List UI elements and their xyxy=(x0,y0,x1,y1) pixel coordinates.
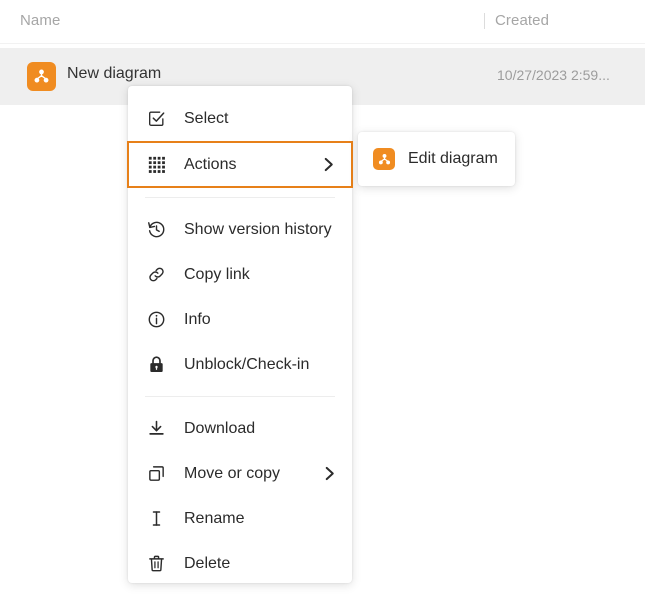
copy-icon xyxy=(145,463,167,485)
menu-item-label: Move or copy xyxy=(184,464,281,482)
menu-item-label: Delete xyxy=(184,554,231,572)
link-icon xyxy=(145,264,167,286)
menu-item-label: Info xyxy=(184,310,211,328)
history-icon xyxy=(145,219,167,241)
menu-item-label: Download xyxy=(184,419,256,437)
menu-item-info[interactable]: Info xyxy=(128,297,352,342)
submenu-item-edit-diagram[interactable]: Edit diagram xyxy=(358,132,515,186)
menu-item-label: Unblock/Check-in xyxy=(184,355,310,373)
lock-icon xyxy=(145,354,167,376)
chevron-right-icon xyxy=(321,157,335,172)
submenu-item-label: Edit diagram xyxy=(408,150,498,167)
diagram-icon xyxy=(27,62,56,91)
column-header-name[interactable]: Name xyxy=(20,12,60,29)
column-divider xyxy=(484,12,485,29)
info-circle-icon xyxy=(145,309,167,331)
download-icon xyxy=(145,418,167,440)
menu-item-download[interactable]: Download xyxy=(128,406,352,451)
menu-item-label: Copy link xyxy=(184,265,250,283)
menu-item-label: Select xyxy=(184,109,229,127)
menu-item-label: Show version history xyxy=(184,220,332,238)
menu-item-rename[interactable]: Rename xyxy=(128,496,352,541)
actions-submenu[interactable]: Edit diagram xyxy=(358,132,515,186)
menu-item-actions[interactable]: Actions xyxy=(127,141,353,188)
grid-dots-icon xyxy=(145,154,167,176)
menu-item-move-or-copy[interactable]: Move or copy xyxy=(128,451,352,496)
menu-item-label: Rename xyxy=(184,509,245,527)
trash-icon xyxy=(145,553,167,575)
context-menu[interactable]: Select Actions Show version history Copy… xyxy=(127,86,353,586)
checkbox-checked-icon xyxy=(145,108,167,130)
menu-divider xyxy=(145,197,335,198)
diagram-icon xyxy=(373,148,395,170)
menu-item-copy-link[interactable]: Copy link xyxy=(128,252,352,297)
file-list-header: Name Created xyxy=(0,0,645,44)
menu-item-delete[interactable]: Delete xyxy=(128,541,352,586)
column-header-created[interactable]: Created xyxy=(495,12,549,29)
column-header-created-group: Created xyxy=(484,12,549,29)
menu-item-show-version-history[interactable]: Show version history xyxy=(128,207,352,252)
chevron-right-icon xyxy=(322,466,336,481)
file-created-date: 10/27/2023 2:59... xyxy=(497,67,610,83)
menu-divider xyxy=(145,396,335,397)
menu-item-label: Actions xyxy=(184,155,237,173)
file-name-label[interactable]: New diagram xyxy=(67,65,161,83)
text-cursor-icon xyxy=(145,508,167,530)
menu-item-select[interactable]: Select xyxy=(128,96,352,141)
menu-item-unblock-checkin[interactable]: Unblock/Check-in xyxy=(128,342,352,387)
